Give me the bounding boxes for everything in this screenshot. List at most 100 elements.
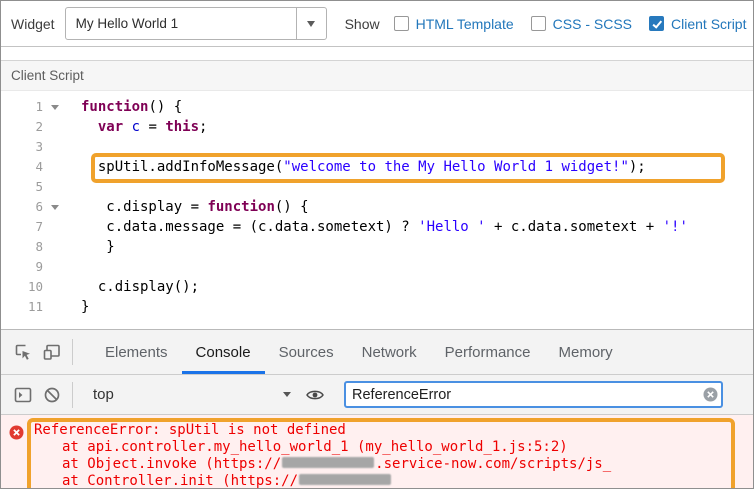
code-line[interactable]: 9 [1,257,753,277]
widget-label: Widget [11,15,55,32]
fold-gutter [47,257,63,277]
error-icon [9,425,24,440]
inspect-icon[interactable] [11,340,35,364]
console-sidebar-icon[interactable] [11,383,35,407]
tab-sources[interactable]: Sources [265,330,348,374]
code-text: function() { [81,99,183,115]
code-text: } [81,239,115,255]
console-output: ReferenceError: spUtil is not defined at … [1,415,753,488]
client-script-title: Client Script [11,68,84,83]
toolbar-divider [72,381,73,408]
tab-console[interactable]: Console [182,330,265,374]
redacted-text [299,474,392,485]
error-stack-line: at Object.invoke (https://.service-now.c… [62,456,612,472]
line-number: 5 [35,179,43,194]
toggle-label: CSS - SCSS [552,15,633,32]
error-stack-line: ReferenceError: spUtil is not defined [34,422,346,438]
widget-editor-window: Widget My Hello World 1 Show HTML Templa… [0,0,754,489]
toggle-html-template[interactable]: HTML Template [393,15,514,32]
code-text: spUtil.addInfoMessage("welcome to the My… [81,159,646,175]
code-lines: 1 function() { 2 var c = this; 3 4 spUtil.ad… [1,97,753,317]
line-number: 2 [35,119,43,134]
line-number: 7 [35,219,43,234]
checkbox-icon[interactable] [393,16,409,31]
line-number: 1 [35,99,43,114]
code-text: c.display(); [81,279,200,295]
code-line[interactable]: 10 c.display(); [1,277,753,297]
toolbar-spacer [1,47,753,60]
console-filter-input[interactable] [346,386,699,403]
fold-gutter [47,217,63,237]
toolbar-divider [72,339,73,365]
console-error-message: ReferenceError: spUtil is not defined at … [9,422,753,488]
line-number: 4 [35,159,43,174]
fold-gutter [47,137,63,157]
code-text: c.display = function() { [81,199,309,215]
code-editor[interactable]: 1 function() { 2 var c = this; 3 4 spUtil.ad… [1,91,753,329]
fold-gutter [47,277,63,297]
fold-gutter[interactable] [47,97,63,117]
show-label: Show [344,15,380,32]
line-number: 6 [35,199,43,214]
line-number: 11 [27,299,43,314]
clear-filter-icon[interactable] [699,387,721,402]
tab-network[interactable]: Network [348,330,431,374]
code-line[interactable]: 7 c.data.message = (c.data.sometext) ? '… [1,217,753,237]
fold-gutter [47,237,63,257]
chevron-down-icon[interactable] [295,8,326,39]
fold-arrow-icon[interactable] [51,204,59,210]
fold-arrow-icon[interactable] [51,104,59,110]
live-expression-eye-icon[interactable] [303,383,327,407]
error-stack-line: at api.controller.my_hello_world_1 (my_h… [62,439,568,455]
toggle-label: HTML Template [415,15,514,32]
code-line[interactable]: 3 [1,137,753,157]
line-number: 3 [35,139,43,154]
show-toggles: HTML Template CSS - SCSS Client Script [393,15,753,32]
code-text: var c = this; [97,119,208,135]
tab-elements[interactable]: Elements [91,330,182,374]
code-text: c.data.message = (c.data.sometext) ? 'He… [81,219,688,235]
context-value: top [93,386,114,403]
checkbox-icon[interactable] [530,16,546,31]
line-number: 8 [35,239,43,254]
toggle-label: Client Script [671,15,747,32]
line-number: 9 [35,259,43,274]
fold-gutter [47,117,63,137]
error-stack-line: at Controller.init (https:// [34,473,611,488]
checkmark-icon [652,18,662,28]
widget-select-value: My Hello World 1 [75,16,179,31]
tab-performance[interactable]: Performance [431,330,545,374]
toggle-css-scss[interactable]: CSS - SCSS [530,15,633,32]
client-script-header: Client Script [1,60,753,91]
fold-gutter[interactable] [47,197,63,217]
code-line[interactable]: 6 c.display = function() { [1,197,753,217]
javascript-context-select[interactable]: top [93,386,291,403]
devtools-tabbar: Elements Console Sources Network Performance… [1,330,753,375]
error-stack: ReferenceError: spUtil is not defined at … [34,422,611,488]
chevron-down-icon [283,392,291,397]
toggle-client-script[interactable]: Client Script [649,16,746,32]
code-line[interactable]: 4 spUtil.addInfoMessage("welcome to the … [1,157,753,177]
fold-gutter [47,297,63,317]
console-toolbar: top [1,375,753,415]
clear-console-icon[interactable] [40,383,64,407]
devtools-tabs: Elements Console Sources Network Performance… [91,330,627,374]
code-line[interactable]: 11} [1,297,753,317]
code-line[interactable]: 2 var c = this; [1,117,753,137]
code-text: } [81,299,90,315]
devtools-panel: Elements Console Sources Network Performance… [1,329,753,488]
redacted-text [282,457,375,468]
line-number: 10 [27,279,43,294]
code-line[interactable]: 8 } [1,237,753,257]
tab-memory[interactable]: Memory [545,330,627,374]
checkbox-checked-icon[interactable] [649,16,665,31]
fold-gutter [47,157,63,177]
code-line[interactable]: 1 function() { [1,97,753,117]
widget-select[interactable]: My Hello World 1 [64,7,327,40]
code-line[interactable]: 5 [1,177,753,197]
console-filter[interactable] [344,381,723,408]
device-toolbar-icon[interactable] [40,340,64,364]
